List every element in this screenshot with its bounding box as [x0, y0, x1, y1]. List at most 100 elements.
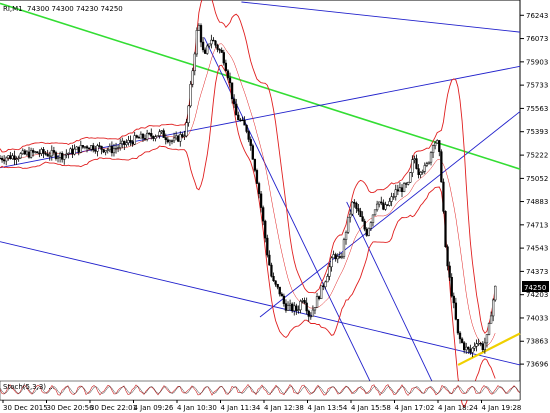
candle-body [409, 172, 412, 183]
time-tick-label: 4 Jan 18:24 [438, 404, 478, 412]
candle-body [297, 309, 300, 311]
price-tick-label: 74713 [526, 221, 548, 229]
candle-body [456, 319, 460, 334]
price-tick-label: 75393 [526, 128, 548, 136]
candle-body [65, 153, 68, 156]
chart-canvas[interactable]: Stoch(5,3,3) ... RI,M1 74300 74300 74230… [0, 0, 550, 413]
candle-body [152, 136, 155, 139]
candle-body [307, 310, 310, 317]
candle-body [295, 305, 298, 311]
candle-body [423, 165, 426, 172]
candle-body [73, 148, 76, 155]
candle-body [398, 187, 402, 192]
candle-body [133, 135, 136, 145]
candle-body [52, 150, 56, 153]
candle-body [404, 183, 408, 185]
candle-body [63, 154, 66, 160]
price-tick-label: 75903 [526, 58, 548, 66]
candle-body [494, 285, 497, 301]
candle-body [448, 265, 451, 278]
candle-body [112, 148, 116, 154]
candle-body [473, 346, 476, 349]
candle-body [191, 70, 194, 85]
candle-body [32, 150, 35, 153]
candle-body [282, 295, 286, 304]
candle-body [291, 303, 294, 311]
candle-body [388, 201, 391, 206]
candle-body [309, 315, 312, 318]
price-tick-label: 75563 [526, 105, 548, 113]
candle-body [148, 132, 151, 135]
price-tick-label: 75733 [526, 82, 548, 90]
candle-body [396, 189, 399, 192]
candle-body [27, 151, 31, 158]
candle-body [36, 151, 39, 154]
candle-body [411, 159, 414, 173]
candle-body [40, 149, 43, 154]
candle-body [135, 135, 138, 138]
candle-body [479, 343, 482, 345]
candle-body [371, 214, 375, 223]
candle-body [446, 246, 449, 267]
candle-body [92, 145, 95, 151]
candle-body [311, 309, 315, 317]
candle-body [332, 254, 335, 259]
candle-body [262, 207, 265, 222]
candle-body [452, 295, 455, 304]
candle-body [83, 146, 87, 148]
candle-body [259, 193, 263, 208]
candle-body [288, 303, 292, 306]
candle-body [419, 172, 422, 175]
candle-body [13, 155, 16, 160]
candle-body [201, 41, 205, 51]
candle-body [226, 70, 230, 79]
candle-body [164, 137, 167, 140]
candle-body [413, 158, 416, 160]
candle-body [481, 343, 484, 351]
candle-body [425, 163, 429, 166]
candle-body [427, 161, 431, 165]
candle-body [349, 213, 352, 218]
candle-body [25, 151, 29, 155]
candle-body [125, 142, 128, 145]
candle-body [431, 145, 435, 154]
candle-body [23, 150, 27, 155]
candle-body [454, 302, 458, 320]
time-tick-label: 4 Jan 10:30 [177, 404, 217, 412]
candle-body [303, 300, 306, 304]
candle-body [367, 228, 370, 236]
candle-body [187, 105, 190, 124]
candle-body [185, 122, 188, 137]
time-tick-label: 30 Dec 2015 [3, 404, 48, 412]
candle-body [108, 146, 111, 151]
candle-body [280, 293, 283, 297]
candle-body [94, 149, 97, 152]
candle-body [123, 140, 126, 145]
time-tick-label: 4 Jan 11:34 [221, 404, 261, 412]
candle-body [75, 146, 78, 150]
candle-body [245, 124, 248, 132]
candle-body [375, 203, 379, 211]
candle-body [286, 305, 290, 311]
candle-body [268, 254, 271, 266]
candle-body [48, 155, 51, 157]
candle-body [386, 204, 389, 206]
candle-body [249, 139, 252, 146]
candle-body [243, 119, 246, 126]
candle-body [444, 211, 447, 247]
candle-body [440, 151, 443, 183]
candle-body [328, 266, 331, 277]
candle-body [334, 254, 337, 260]
candle-body [79, 145, 82, 153]
candle-body [378, 201, 381, 205]
candle-body [363, 220, 366, 230]
candle-body [315, 296, 319, 308]
candle-body [465, 346, 468, 351]
candle-body [305, 302, 308, 312]
candle-body [104, 150, 107, 153]
candle-body [442, 181, 445, 212]
candle-body [193, 53, 196, 72]
candle-body [11, 155, 14, 160]
price-tick-label: 74203 [526, 291, 548, 299]
candle-body [433, 142, 437, 146]
